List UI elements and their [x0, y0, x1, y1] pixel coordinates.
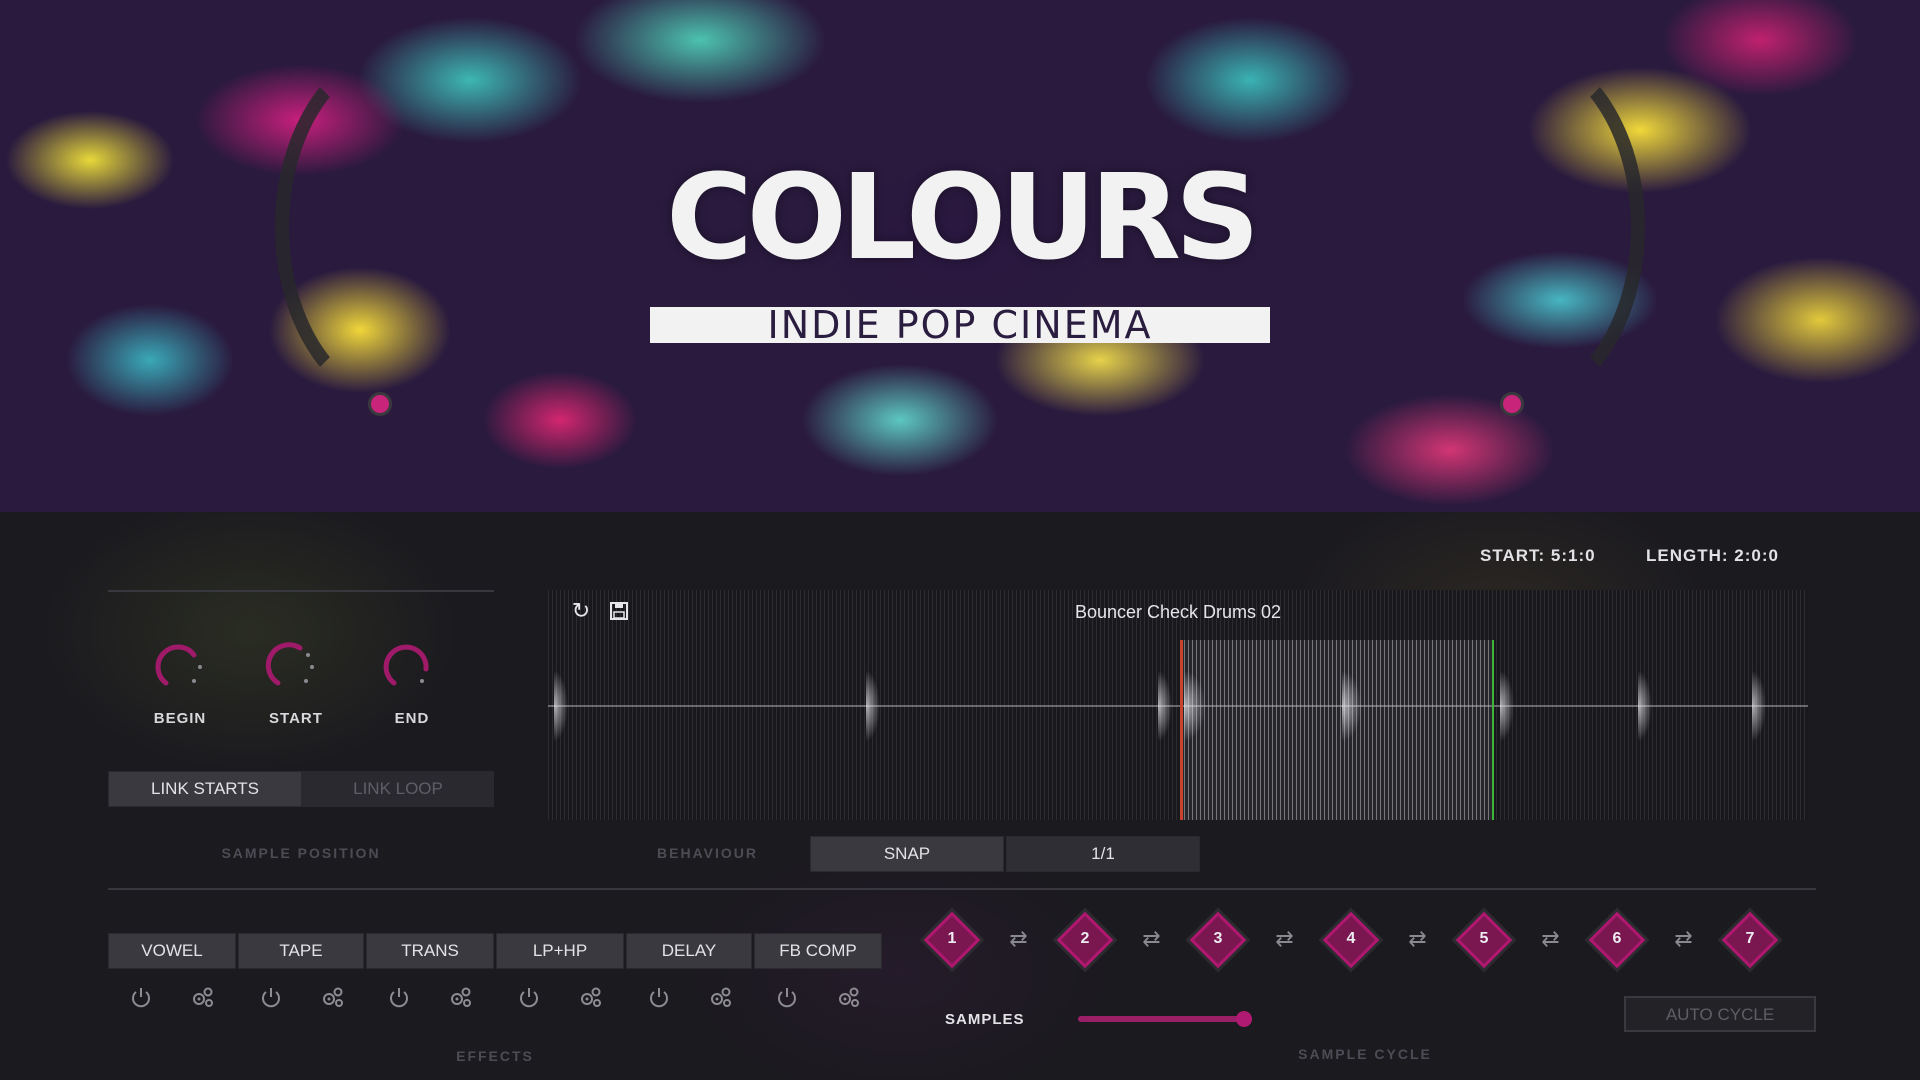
fx-power-icon[interactable]: [774, 984, 800, 1010]
link-starts-button[interactable]: LINK STARTS: [108, 771, 302, 807]
fx-vowel-button[interactable]: VOWEL: [108, 933, 236, 969]
start-knob-label: START: [269, 710, 323, 727]
fx-settings-gears-icon[interactable]: [708, 984, 734, 1010]
loop-region[interactable]: [1180, 640, 1492, 820]
effects-label: EFFECTS: [456, 1048, 534, 1064]
waveform-transient: [1158, 670, 1172, 742]
snap-division-select[interactable]: 1/1: [1006, 836, 1200, 872]
fx-delay-button[interactable]: DELAY: [626, 933, 752, 969]
begin-knob-label: BEGIN: [153, 710, 207, 727]
swap-arrows-icon[interactable]: ⇄: [1403, 926, 1433, 952]
sample-slot-number: 5: [1479, 930, 1489, 947]
sample-slot-number: 6: [1612, 930, 1622, 947]
link-loop-button[interactable]: LINK LOOP: [302, 771, 494, 807]
waveform-transient: [1638, 670, 1652, 742]
sample-position-label: SAMPLE POSITION: [221, 845, 381, 861]
logo-title: COLOURS: [666, 148, 1260, 286]
behaviour-label: BEHAVIOUR: [657, 845, 758, 861]
end-knob-label: END: [394, 710, 430, 727]
fx-settings-gears-icon[interactable]: [836, 984, 862, 1010]
waveform-transient: [1500, 670, 1514, 742]
sample-name: Bouncer Check Drums 02: [1074, 602, 1282, 622]
snap-button[interactable]: SNAP: [810, 836, 1004, 872]
header-artwork: COLOURS INDIE POP CINEMA: [0, 0, 1920, 512]
waveform-transient: [1342, 670, 1362, 742]
start-knob[interactable]: [260, 635, 324, 699]
sample-slot-number: 4: [1346, 930, 1356, 947]
sample-slot-number: 2: [1080, 930, 1090, 947]
fx-settings-gears-icon[interactable]: [578, 984, 604, 1010]
length-readout: LENGTH: 2:0:0: [1646, 546, 1779, 565]
waveform-transient: [554, 670, 568, 742]
fx-lphp-button[interactable]: LP+HP: [496, 933, 624, 969]
swap-arrows-icon[interactable]: ⇄: [1536, 926, 1566, 952]
waveform-centerline: [548, 705, 1808, 707]
fx-settings-gears-icon[interactable]: [448, 984, 474, 1010]
start-readout: START: 5:1:0: [1480, 546, 1596, 565]
fx-settings-gears-icon[interactable]: [190, 984, 216, 1010]
waveform-transient: [1752, 670, 1766, 742]
fx-power-icon[interactable]: [516, 984, 542, 1010]
waveform-transient: [866, 670, 880, 742]
sample-cycle-label: SAMPLE CYCLE: [1298, 1046, 1432, 1062]
right-arc-handle[interactable]: [1500, 392, 1524, 416]
swap-arrows-icon[interactable]: ⇄: [1004, 926, 1034, 952]
left-arc-decoration: [275, 42, 535, 412]
sample-slot-number: 7: [1745, 930, 1755, 947]
auto-cycle-button[interactable]: AUTO CYCLE: [1624, 996, 1816, 1032]
divider-middle: [108, 888, 1816, 890]
fx-power-icon[interactable]: [128, 984, 154, 1010]
swap-arrows-icon[interactable]: ⇄: [1137, 926, 1167, 952]
end-knob[interactable]: [376, 635, 440, 699]
fx-tape-button[interactable]: TAPE: [238, 933, 364, 969]
fx-fbcomp-button[interactable]: FB COMP: [754, 933, 882, 969]
left-arc-handle[interactable]: [368, 392, 392, 416]
divider-top-left: [108, 590, 494, 592]
swap-arrows-icon[interactable]: ⇄: [1270, 926, 1300, 952]
loop-start-marker[interactable]: [1180, 640, 1183, 820]
samples-slider-handle[interactable]: [1236, 1011, 1252, 1027]
fx-power-icon[interactable]: [646, 984, 672, 1010]
sample-slot-number: 3: [1213, 930, 1223, 947]
waveform-transient: [1184, 670, 1206, 742]
swap-arrows-icon[interactable]: ⇄: [1669, 926, 1699, 952]
sample-slot-number: 1: [947, 930, 957, 947]
begin-knob[interactable]: [148, 635, 212, 699]
fx-trans-button[interactable]: TRANS: [366, 933, 494, 969]
right-arc-decoration: [1385, 42, 1645, 412]
samples-label: SAMPLES: [945, 1011, 1025, 1028]
loop-end-marker[interactable]: [1492, 640, 1494, 820]
fx-power-icon[interactable]: [386, 984, 412, 1010]
waveform-display[interactable]: ↻ Bouncer Check Drums 02: [548, 590, 1808, 820]
fx-power-icon[interactable]: [258, 984, 284, 1010]
fx-settings-gears-icon[interactable]: [320, 984, 346, 1010]
logo-subtitle: INDIE POP CINEMA: [650, 306, 1270, 344]
samples-slider-track[interactable]: [1078, 1016, 1244, 1022]
